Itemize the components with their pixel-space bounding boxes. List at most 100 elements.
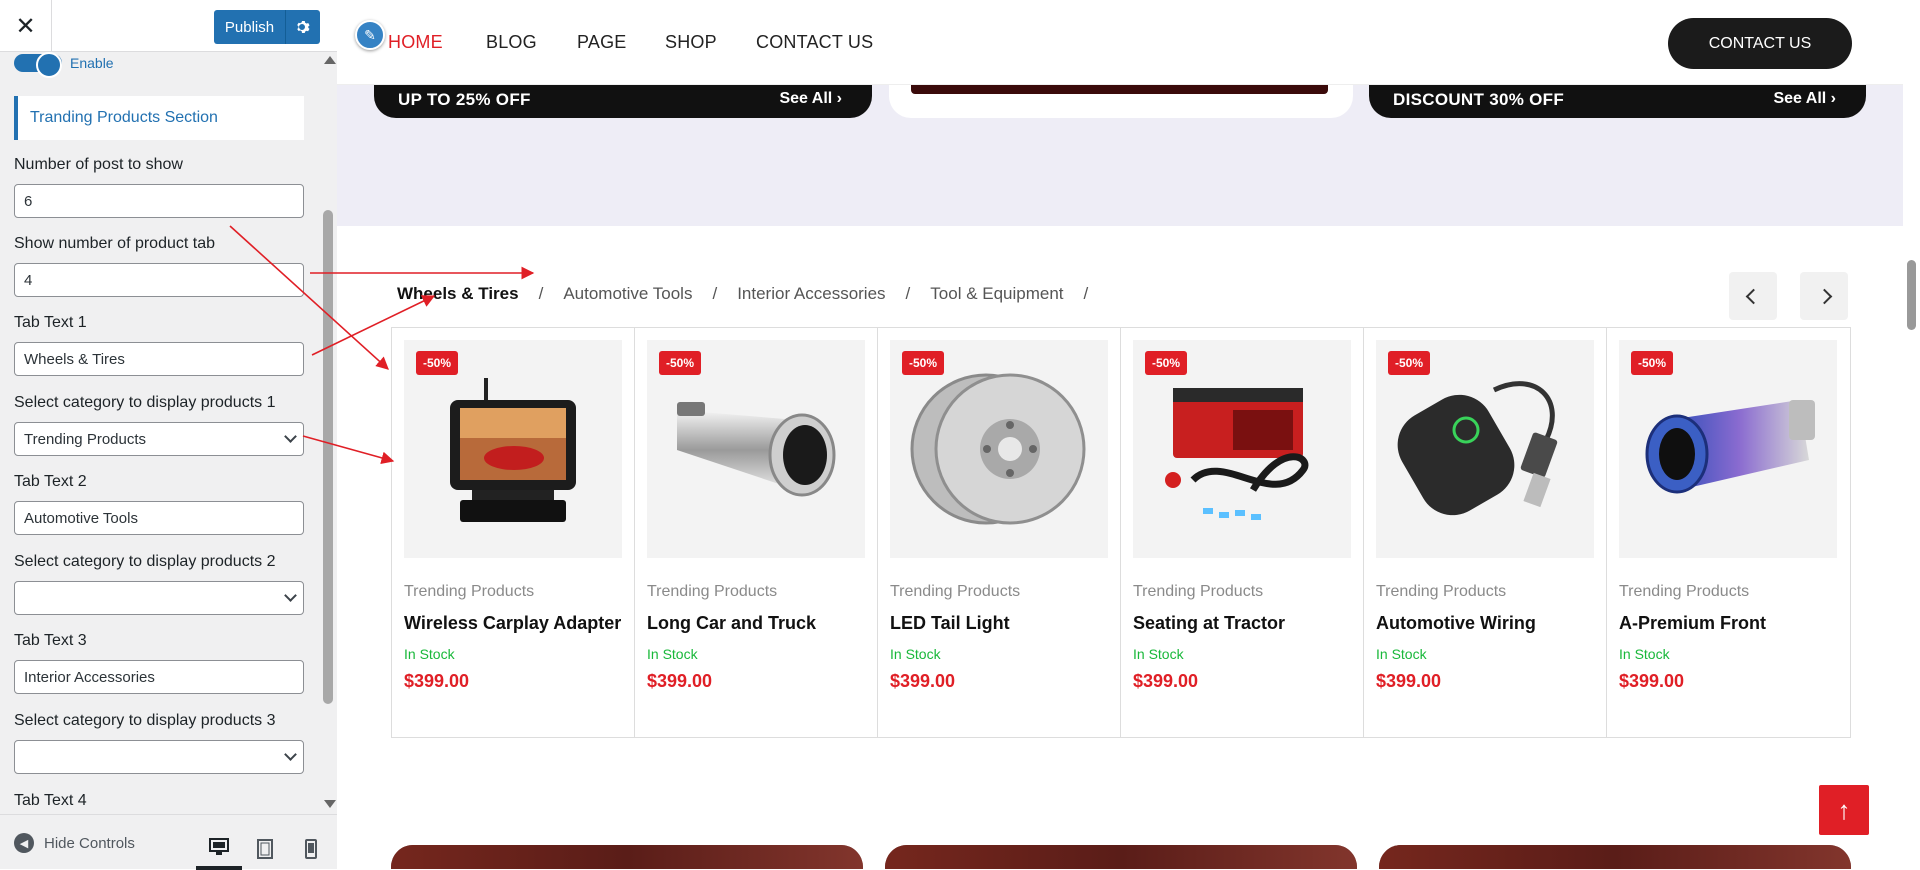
close-customizer-button[interactable]: ✕ <box>0 0 52 52</box>
bottom-banner-2[interactable] <box>885 845 1357 869</box>
product-price: $399.00 <box>1376 671 1442 691</box>
field-label-tab-text-3: Tab Text 3 <box>14 632 87 649</box>
promo-1-link[interactable]: See All › <box>779 90 842 108</box>
scroll-up-arrow-icon[interactable] <box>324 56 336 64</box>
stock-status: In Stock <box>890 646 941 662</box>
publish-group: Publish <box>214 10 320 44</box>
tab-tool-equipment[interactable]: Tool & Equipment <box>930 284 1063 304</box>
customizer-sidebar: ✕ Publish Enable Tranding Products Secti… <box>0 0 337 870</box>
site-preview: UP TO 25% OFF See All › DISCOUNT 30% OFF… <box>337 0 1920 869</box>
product-card[interactable]: -50% Trending Products A-Premium Front I… <box>1607 328 1850 737</box>
tab-separator: / <box>538 284 544 303</box>
arrow-up-icon: ↑ <box>1837 794 1851 825</box>
enable-label: Enable <box>70 55 114 71</box>
carousel-next-button[interactable] <box>1800 272 1848 320</box>
nav-shop[interactable]: SHOP <box>665 32 717 53</box>
nav-contact[interactable]: CONTACT US <box>756 32 873 53</box>
field-label-category-2: Select category to display products 2 <box>14 553 276 570</box>
discount-badge: -50% <box>1388 351 1431 375</box>
product-card[interactable]: -50% Trending Products Automotive Wiring… <box>1364 328 1607 737</box>
product-card[interactable]: -50% Trending Products Seating at Tracto… <box>1121 328 1364 737</box>
scroll-to-top-button[interactable]: ↑ <box>1819 785 1869 835</box>
mobile-preview-button[interactable] <box>288 827 334 870</box>
chevron-right-icon <box>1816 288 1832 304</box>
product-tabs: Wheels & Tires / Automotive Tools / Inte… <box>397 284 1108 304</box>
stock-status: In Stock <box>647 646 698 662</box>
product-category[interactable]: Trending Products <box>404 583 534 601</box>
discount-badge: -50% <box>902 351 945 375</box>
category-2-select[interactable] <box>14 581 304 615</box>
field-label-category-3: Select category to display products 3 <box>14 712 276 729</box>
product-grid: -50% Trending Products Wireless Carplay … <box>391 327 1851 738</box>
product-category[interactable]: Trending Products <box>1619 583 1749 601</box>
field-label-tab-text-4: Tab Text 4 <box>14 792 87 809</box>
tab-automotive-tools[interactable]: Automotive Tools <box>563 284 692 304</box>
promo-1-link-label: See All <box>779 90 833 107</box>
chevron-right-icon: › <box>1830 90 1836 107</box>
category-3-select[interactable] <box>14 740 304 774</box>
product-category[interactable]: Trending Products <box>1376 583 1506 601</box>
product-name[interactable]: Seating at Tractor <box>1133 613 1285 634</box>
post-count-input[interactable]: 6 <box>14 184 304 218</box>
stock-status: In Stock <box>1619 646 1670 662</box>
product-card[interactable]: -50% Trending Products Wireless Carplay … <box>392 328 635 737</box>
contact-us-button[interactable]: CONTACT US <box>1668 18 1852 69</box>
product-name[interactable]: A-Premium Front <box>1619 613 1766 634</box>
product-category[interactable]: Trending Products <box>1133 583 1263 601</box>
nav-blog[interactable]: BLOG <box>486 32 537 53</box>
tab-text-3-input[interactable]: Interior Accessories <box>14 660 304 694</box>
product-category[interactable]: Trending Products <box>890 583 1020 601</box>
product-price: $399.00 <box>1619 671 1685 691</box>
chevron-down-icon <box>284 430 297 443</box>
publish-settings-gear-icon[interactable] <box>286 10 320 44</box>
tab-text-2-input[interactable]: Automotive Tools <box>14 501 304 535</box>
product-name[interactable]: Long Car and Truck <box>647 613 816 634</box>
nav-page[interactable]: PAGE <box>577 32 626 53</box>
tab-count-input[interactable]: 4 <box>14 263 304 297</box>
chevron-down-icon <box>284 589 297 602</box>
category-1-value: Trending Products <box>24 430 147 448</box>
field-label-tab-count: Show number of product tab <box>14 235 216 252</box>
preview-scrollbar[interactable] <box>1903 0 1920 869</box>
product-card[interactable]: -50% Trending Products Long Car and Truc… <box>635 328 878 737</box>
product-name[interactable]: Automotive Wiring <box>1376 613 1536 634</box>
product-price: $399.00 <box>1133 671 1199 691</box>
sidebar-scroll-thumb[interactable] <box>323 210 333 704</box>
hide-controls-button[interactable]: ◀ Hide Controls <box>14 833 135 853</box>
desktop-preview-button[interactable] <box>196 827 242 870</box>
tab-text-1-input[interactable]: Wheels & Tires <box>14 342 304 376</box>
discount-badge: -50% <box>1631 351 1674 375</box>
bottom-banner-3[interactable] <box>1379 845 1851 869</box>
tab-separator: / <box>905 284 911 303</box>
discount-badge: -50% <box>416 351 459 375</box>
category-1-select[interactable]: Trending Products <box>14 422 304 456</box>
bottom-banner-1[interactable] <box>391 845 863 869</box>
mobile-icon <box>305 838 317 859</box>
carousel-prev-button[interactable] <box>1729 272 1777 320</box>
promo-3-link[interactable]: See All › <box>1773 90 1836 108</box>
product-price: $399.00 <box>404 671 470 691</box>
product-name[interactable]: LED Tail Light <box>890 613 1010 634</box>
publish-button[interactable]: Publish <box>214 10 286 44</box>
tab-interior-accessories[interactable]: Interior Accessories <box>737 284 885 304</box>
desktop-icon <box>209 837 229 855</box>
tablet-preview-button[interactable] <box>242 827 288 870</box>
site-header: ✎ HOME BLOG PAGE SHOP CONTACT US CONTACT… <box>337 0 1903 85</box>
enable-toggle-row[interactable]: Enable <box>14 52 114 78</box>
stock-status: In Stock <box>1376 646 1427 662</box>
product-card[interactable]: -50% Trending Products LED Tail Light In… <box>878 328 1121 737</box>
enable-toggle[interactable] <box>14 52 62 78</box>
preview-scroll-thumb[interactable] <box>1907 260 1916 330</box>
product-name[interactable]: Wireless Carplay Adapter <box>404 613 621 634</box>
scroll-down-arrow-icon[interactable] <box>324 800 336 808</box>
customizer-header: ✕ Publish <box>0 0 337 52</box>
nav-home[interactable]: HOME <box>388 32 443 53</box>
discount-badge: -50% <box>1145 351 1188 375</box>
tab-wheels-tires[interactable]: Wheels & Tires <box>397 284 519 304</box>
sidebar-scrollbar[interactable] <box>320 52 337 814</box>
product-category[interactable]: Trending Products <box>647 583 777 601</box>
field-label-post-count: Number of post to show <box>14 156 183 173</box>
promo-3-link-label: See All <box>1773 90 1827 107</box>
pencil-edit-icon[interactable]: ✎ <box>355 20 385 50</box>
stock-status: In Stock <box>1133 646 1184 662</box>
